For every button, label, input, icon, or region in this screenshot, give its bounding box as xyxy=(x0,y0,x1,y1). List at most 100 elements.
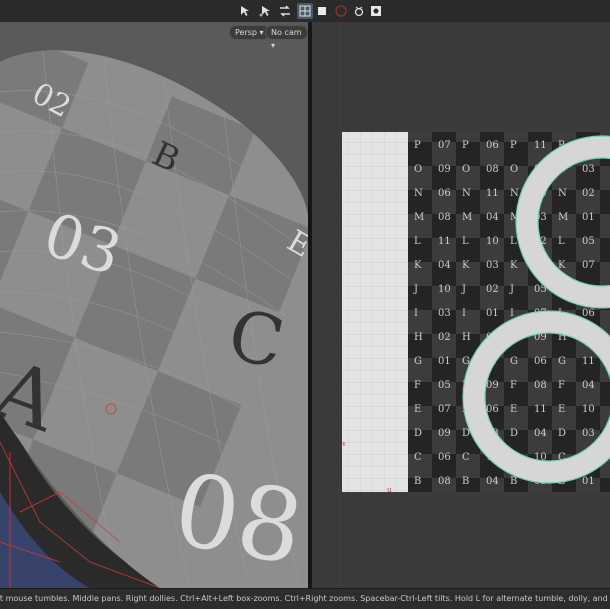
select-component-icon[interactable] xyxy=(257,3,273,19)
uv-grid-label: 02 xyxy=(582,188,595,199)
uv-grid-label: J xyxy=(509,284,514,295)
uv-grid-label: O xyxy=(462,164,470,175)
uv-grid-label: 01 xyxy=(438,356,451,367)
uv-grid-label: E xyxy=(510,404,517,415)
uv-grid-label: K xyxy=(462,260,470,271)
uv-grid-label: 07 xyxy=(438,140,451,151)
uv-grid-label: J xyxy=(413,284,418,295)
uv-grid-label: L xyxy=(558,236,565,247)
uv-grid-label: B xyxy=(462,476,469,487)
uv-grid-label: B xyxy=(510,476,517,487)
uv-grid-label: I xyxy=(462,308,466,319)
uv-grid-label: 08 xyxy=(438,476,451,487)
uv-grid-label: P xyxy=(462,140,469,151)
uv-grid-label: G xyxy=(558,356,566,367)
uv-grid-label: 06 xyxy=(486,140,499,151)
uv-grid-label: 10 xyxy=(438,284,451,295)
uv-grid-label: 01 xyxy=(582,212,595,223)
uv-grid-label: 11 xyxy=(486,188,499,199)
uv-grid-label: 04 xyxy=(582,380,595,391)
uv-grid-label: 03 xyxy=(486,260,499,271)
camera-menu[interactable]: Persp ▾ xyxy=(229,25,270,40)
uv-grid-label: G xyxy=(510,356,518,367)
uv-grid-label: K xyxy=(414,260,422,271)
uv-grid-label: L xyxy=(510,236,517,247)
uv-grid-label: O xyxy=(510,164,518,175)
uv-grid-label: 11 xyxy=(534,404,547,415)
uv-grid-label: I xyxy=(414,308,418,319)
ghost-icon[interactable] xyxy=(314,3,330,19)
uv-grid-label: D xyxy=(510,428,518,439)
uv-grid-label: G xyxy=(414,356,422,367)
uv-axis-v: v xyxy=(341,440,346,448)
uv-grid-label: 08 xyxy=(534,380,547,391)
uv-grid-label: N xyxy=(414,188,423,199)
select-object-icon[interactable] xyxy=(237,3,253,19)
uv-grid-label: D xyxy=(558,428,566,439)
uv-grid-label: N xyxy=(510,188,519,199)
uv-grid-label: P xyxy=(510,140,517,151)
uv-grid-label: 03 xyxy=(582,428,595,439)
uv-grid-label: N xyxy=(558,188,567,199)
cam-menu[interactable]: No cam ▾ xyxy=(265,25,308,50)
uv-grid-label: E xyxy=(414,404,421,415)
uv-display-icon[interactable] xyxy=(297,3,313,19)
uv-grid-label: 06 xyxy=(534,356,547,367)
uv-grid-label: 04 xyxy=(486,212,499,223)
uv-grid-label: 06 xyxy=(438,452,451,463)
lock-icon[interactable] xyxy=(333,3,349,19)
uv-grid-label: 01 xyxy=(582,476,595,487)
uv-grid-label: 06 xyxy=(582,308,595,319)
uv-grid-label: H xyxy=(462,332,471,343)
perspective-viewport[interactable]: 02 B 03 E C A 08 Persp ▾ No cam ▾ xyxy=(0,22,308,588)
uv-grid-label: 10 xyxy=(582,404,595,415)
uv-grid-label: 05 xyxy=(438,380,451,391)
uv-grid-label: K xyxy=(510,260,518,271)
uv-grid-label: 11 xyxy=(534,140,547,151)
viewport-toolbar xyxy=(0,0,610,23)
uv-grid-label: N xyxy=(462,188,471,199)
uv-grid-label: C xyxy=(462,452,470,463)
uv-grid-label: M xyxy=(558,212,568,223)
uv-grid-label: 06 xyxy=(438,188,451,199)
uv-grid-label: 11 xyxy=(438,236,451,247)
status-bar: Left mouse tumbles. Middle pans. Right d… xyxy=(0,588,610,609)
checker-label-08: 08 xyxy=(166,450,308,587)
uv-grid-label: F xyxy=(510,380,517,391)
uv-grid-label: O xyxy=(414,164,422,175)
uv-grid-label: 03 xyxy=(438,308,451,319)
uv-grid-label: 04 xyxy=(486,476,499,487)
uv-grid-label: F xyxy=(414,380,421,391)
uv-grid-label: M xyxy=(462,212,472,223)
snap-icon[interactable] xyxy=(277,3,293,19)
uv-grid-label: 09 xyxy=(486,380,499,391)
uv-grid-label: 06 xyxy=(486,404,499,415)
uv-grid-label: C xyxy=(414,452,422,463)
uv-axis-u: u xyxy=(387,486,392,494)
uv-grid-label: I xyxy=(510,308,514,319)
uv-grid-label: 02 xyxy=(486,284,499,295)
uv-grid-label: 04 xyxy=(438,260,451,271)
uv-grid-label: J xyxy=(461,284,466,295)
uv-grid-label: L xyxy=(414,236,421,247)
uv-grid-label: D xyxy=(414,428,422,439)
uv-scene: P 07 P 06 P 11 P 10O 09 O 08 O 04 O 03N 06 N 11 N 10 N 02M 08 M… xyxy=(312,22,610,588)
uv-grid-label: 08 xyxy=(486,164,499,175)
uv-grid-label: B xyxy=(414,476,421,487)
uv-grid-label: 07 xyxy=(438,404,451,415)
uv-grid-label: 02 xyxy=(438,332,451,343)
uv-editor-viewport[interactable]: P 07 P 06 P 11 P 10 O 09 O 08 O 04 O 03 N 06 N 11 N 10 N 02 M 08 M… xyxy=(312,22,610,588)
status-bar-text: Left mouse tumbles. Middle pans. Right d… xyxy=(0,594,610,603)
uv-grid-label: 04 xyxy=(534,428,547,439)
camera-icon[interactable] xyxy=(351,3,367,19)
uv-grid-label: E xyxy=(558,404,565,415)
uv-grid-label: 10 xyxy=(486,236,499,247)
uv-grid-label: 05 xyxy=(582,236,595,247)
uv-grid-label: H xyxy=(414,332,423,343)
uv-grid-label: 07 xyxy=(582,260,595,271)
uv-grid-label: 01 xyxy=(486,308,499,319)
uv-grid-label: 08 xyxy=(438,212,451,223)
uv-grid-label: F xyxy=(558,380,565,391)
view-icon[interactable] xyxy=(368,3,384,19)
uv-grid-label: L xyxy=(462,236,469,247)
